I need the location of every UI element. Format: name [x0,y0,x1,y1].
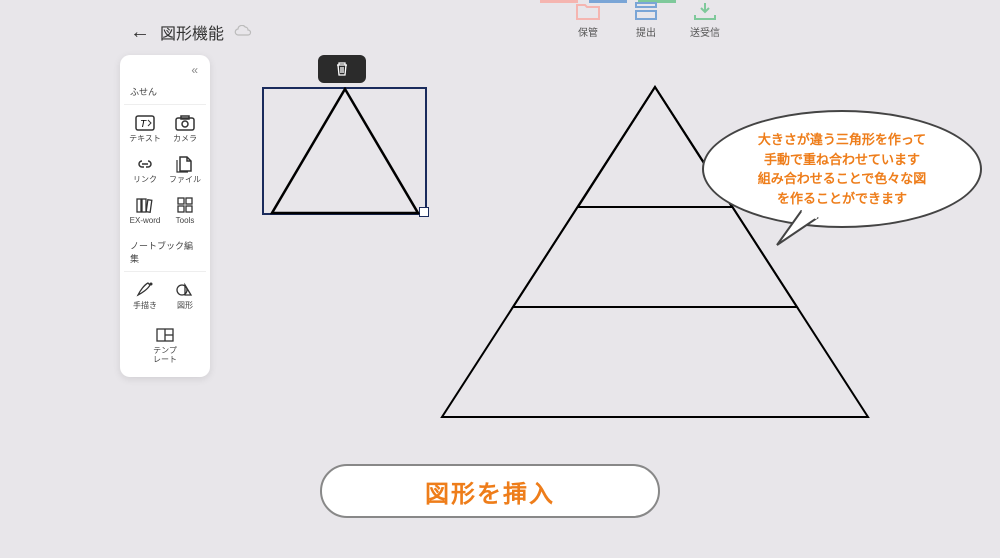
link-icon [133,154,157,174]
file-icon [173,154,197,174]
bubble-line: 手動で重ね合わせています [718,150,966,170]
action-label: 提出 [636,24,656,39]
camera-icon [173,113,197,133]
tool-label: テキスト [129,135,161,144]
action-label: 送受信 [690,24,720,39]
tool-tools[interactable]: Tools [166,191,204,230]
bubble-line: 大きさが違う三角形を作って [718,130,966,150]
tool-template[interactable]: テンプ レート [124,321,206,369]
tool-exword[interactable]: EX-word [126,191,164,230]
cloud-icon[interactable] [234,24,252,40]
top-actions: 保管 提出 送受信 [574,0,720,39]
submit-button[interactable]: 提出 [632,0,660,39]
tool-label: ファイル [169,176,201,185]
bubble-tail-icon [772,210,822,250]
section-label: ふせん [124,81,206,105]
speech-bubble: 大きさが違う三角形を作って 手動で重ね合わせています 組み合わせることで色々な図… [702,110,982,228]
tool-text[interactable]: T テキスト [126,109,164,148]
bubble-line: を作ることができます [718,189,966,209]
grid-icon [173,195,197,215]
tool-link[interactable]: リンク [126,150,164,189]
transfer-button[interactable]: 送受信 [690,0,720,39]
toolbox: « ふせん T テキスト カメラ リンク ファイル EX-word [120,55,210,377]
tool-shape[interactable]: 図形 [166,276,204,315]
tool-label: EX-word [130,217,161,226]
tool-label: 手描き [133,302,157,311]
back-arrow-icon[interactable]: ← [130,21,150,44]
tool-handdraw[interactable]: 手描き [126,276,164,315]
tool-label: 図形 [177,302,193,311]
tool-camera[interactable]: カメラ [166,109,204,148]
tool-label: カメラ [173,135,197,144]
accent-bar [540,0,578,3]
tool-label: テンプ レート [153,347,177,365]
folder-icon [574,0,602,22]
bubble-line: 組み合わせることで色々な図 [718,169,966,189]
collapse-button[interactable]: « [124,63,206,81]
header: ← 図形機能 [130,20,252,44]
tool-label: Tools [176,217,195,226]
page-title: 図形機能 [160,20,224,44]
shapes-icon [173,280,197,300]
trash-icon [334,61,350,77]
books-icon [133,195,157,215]
text-icon: T [133,113,157,133]
button-label: 図形を挿入 [425,474,555,509]
download-icon [691,0,719,22]
save-button[interactable]: 保管 [574,0,602,39]
section-label: ノートブック編集 [124,235,206,272]
tray-icon [632,0,660,22]
canvas[interactable]: ← 図形機能 保管 提出 送受信 « ふせん [0,0,1000,558]
brush-icon [133,280,157,300]
template-icon [153,325,177,345]
tool-file[interactable]: ファイル [166,150,204,189]
action-label: 保管 [578,24,598,39]
svg-text:T: T [140,119,147,130]
tool-label: リンク [133,176,157,185]
delete-button[interactable] [318,55,366,83]
small-triangle-shape[interactable] [270,87,420,215]
insert-shape-button[interactable]: 図形を挿入 [320,464,660,518]
